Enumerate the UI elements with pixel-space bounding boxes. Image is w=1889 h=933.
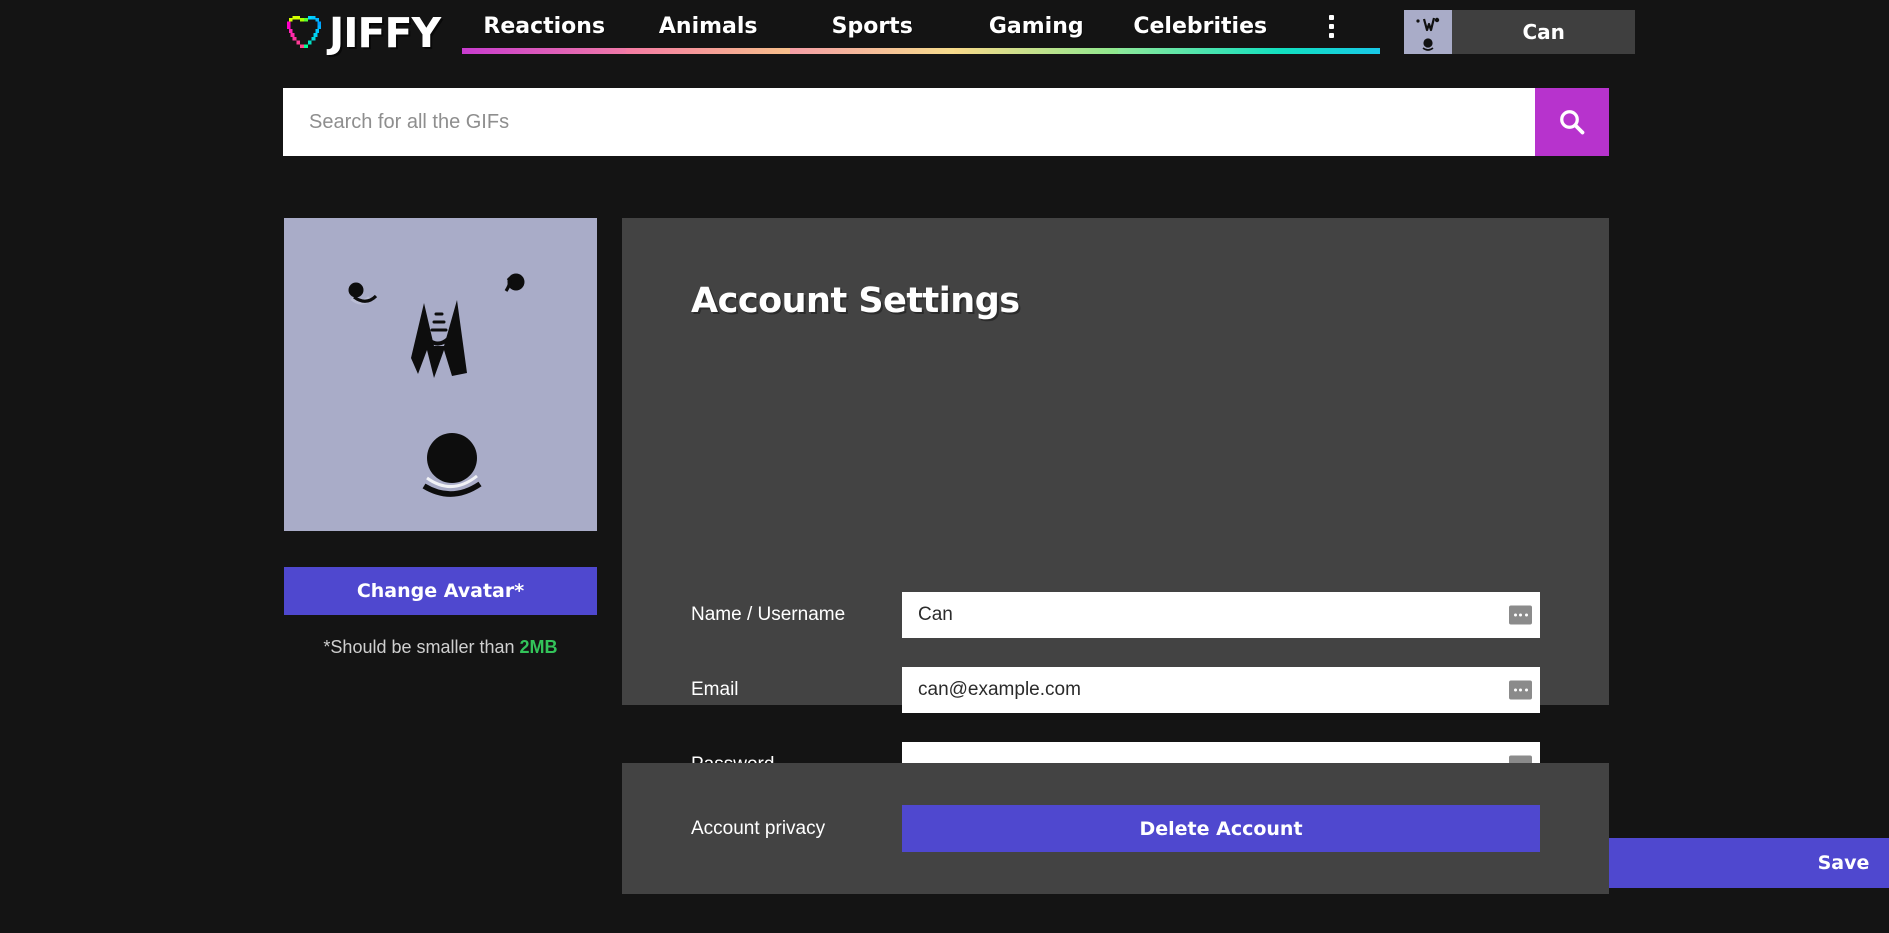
change-avatar-button[interactable]: Change Avatar*	[284, 567, 597, 615]
account-privacy-panel: Account privacy Delete Account	[622, 763, 1609, 894]
page-title: Account Settings	[691, 281, 1020, 321]
privacy-row: Account privacy Delete Account	[691, 805, 1540, 852]
nav-underline-gaming	[954, 48, 1119, 54]
email-input[interactable]	[902, 667, 1540, 713]
form-row-email: Email	[691, 667, 1540, 713]
nav-more-button[interactable]	[1282, 0, 1381, 64]
default-avatar-image	[284, 218, 597, 531]
search-icon	[1560, 110, 1585, 135]
nav-item-animals[interactable]: Animals	[626, 0, 791, 64]
nav-underline-reactions	[462, 48, 627, 54]
nav-underline-more	[1282, 48, 1381, 54]
user-name-label: Can	[1522, 20, 1565, 44]
name-username-input[interactable]	[902, 592, 1540, 638]
avatar-thumb-art	[1404, 10, 1453, 54]
nav-item-celebrities[interactable]: Celebrities	[1118, 0, 1283, 64]
pixel-heart-icon	[286, 15, 322, 49]
search-input[interactable]	[283, 88, 1535, 156]
nav-label: Animals	[658, 13, 758, 39]
nav-underline-animals	[626, 48, 791, 54]
search-button[interactable]	[1535, 88, 1609, 156]
brand-name: JIFFY	[329, 8, 441, 57]
search-bar	[283, 88, 1609, 156]
user-avatar-large	[284, 218, 597, 531]
nav-item-gaming[interactable]: Gaming	[954, 0, 1119, 64]
nav-label: Gaming	[988, 13, 1084, 39]
nav-underline-celebrities	[1118, 48, 1283, 54]
field-label-email: Email	[691, 679, 739, 700]
field-wrap-name	[902, 592, 1540, 638]
nav-item-reactions[interactable]: Reactions	[462, 0, 627, 64]
app-root: JIFFY Reactions Animals Sports Gaming Ce…	[0, 0, 1889, 933]
field-label-account-privacy: Account privacy	[691, 817, 826, 839]
avatar-note-highlight: 2MB	[519, 637, 558, 657]
autofill-dots-icon[interactable]	[1509, 680, 1532, 700]
avatar-column: Change Avatar* *Should be smaller than 2…	[284, 218, 597, 658]
field-label-name: Name / Username	[691, 604, 846, 625]
avatar-size-note: *Should be smaller than 2MB	[284, 637, 597, 658]
user-chip[interactable]: Can	[1404, 10, 1636, 54]
main-nav: Reactions Animals Sports Gaming Celebrit…	[462, 0, 1381, 64]
brand-logo[interactable]: JIFFY	[283, 0, 441, 60]
nav-item-sports[interactable]: Sports	[790, 0, 955, 64]
user-name-button[interactable]: Can	[1452, 10, 1636, 54]
more-vertical-icon	[1328, 14, 1334, 38]
nav-underline-sports	[790, 48, 955, 54]
nav-label: Celebrities	[1133, 13, 1268, 39]
user-avatar-icon[interactable]	[1404, 10, 1453, 54]
form-row-name: Name / Username	[691, 592, 1540, 638]
nav-label: Sports	[831, 13, 913, 39]
nav-label: Reactions	[483, 13, 606, 39]
avatar-note-prefix: *Should be smaller than	[323, 637, 520, 657]
delete-account-button[interactable]: Delete Account	[902, 805, 1540, 852]
site-header: JIFFY Reactions Animals Sports Gaming Ce…	[283, 0, 1636, 64]
account-settings-panel: Account Settings Name / Username Email P…	[622, 218, 1889, 888]
autofill-dots-icon[interactable]	[1509, 605, 1532, 625]
field-wrap-email	[902, 667, 1540, 713]
